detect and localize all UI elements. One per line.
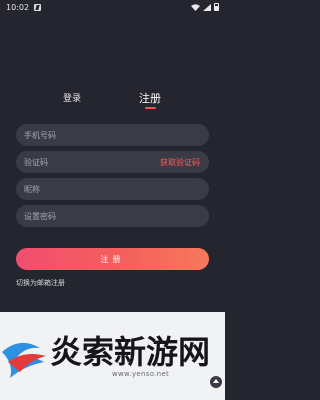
verification-code-input[interactable]	[24, 157, 144, 167]
watermark-url: www.yenso.net	[112, 370, 170, 378]
tab-register[interactable]: 注册	[139, 90, 161, 106]
nickname-input[interactable]	[24, 184, 144, 194]
status-time: 10:02	[6, 2, 30, 12]
tab-active-indicator	[145, 107, 156, 109]
wifi-icon	[191, 3, 200, 11]
watermark-text: 炎索新游网	[50, 333, 211, 371]
battery-icon	[214, 3, 219, 11]
password-input[interactable]	[24, 211, 144, 221]
watermark-logo-icon	[2, 342, 46, 378]
nickname-field	[16, 178, 209, 200]
phone-field	[16, 124, 209, 146]
phone-input[interactable]	[24, 130, 144, 140]
tab-login[interactable]: 登录	[63, 91, 81, 104]
notification-icon	[34, 3, 42, 11]
get-code-button[interactable]: 获取验证码	[160, 157, 200, 168]
password-field	[16, 205, 209, 227]
switch-to-email-link[interactable]: 切换为邮箱注册	[16, 278, 65, 288]
signal-icon	[203, 3, 211, 11]
up-arrow-icon	[210, 376, 222, 388]
status-bar: 10:02	[0, 0, 225, 14]
register-button[interactable]: 注册	[16, 248, 209, 270]
status-left: 10:02	[6, 2, 42, 12]
verification-code-field: 获取验证码	[16, 151, 209, 173]
auth-tabs: 登录 注册	[0, 86, 225, 112]
status-right	[191, 3, 219, 11]
watermark-banner: 炎索新游网 www.yenso.net	[0, 312, 225, 400]
